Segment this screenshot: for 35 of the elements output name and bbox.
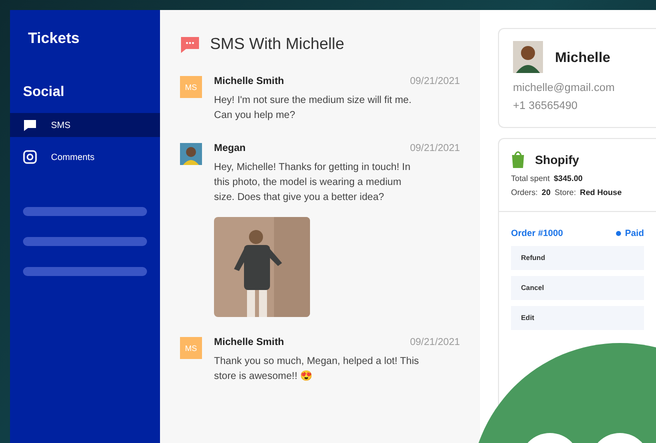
author-name: Michelle Smith [214, 76, 284, 87]
order-link[interactable]: Order #1000 [511, 228, 564, 238]
contact-name: Michelle [555, 49, 610, 65]
avatar [513, 41, 543, 73]
sidebar-title: Tickets [27, 29, 80, 47]
message-text: Hey, Michelle! Thanks for getting in touch! In this photo, the model is wearing a medium size. Does that give you a better idea? [214, 161, 412, 205]
contact-email: michelle@gmail.com [513, 81, 616, 96]
message-icon [23, 118, 37, 132]
message-icon [180, 36, 200, 54]
sidebar-item[interactable]: Comments [10, 145, 160, 169]
message-text: Thank you so much, Megan, helped a lot! This store is awesome!! 😍 [214, 355, 419, 384]
field-value: 20 [542, 188, 551, 197]
avatar [180, 143, 202, 165]
message-date: 09/21/2021 [410, 143, 460, 154]
field-value: Red House [580, 188, 622, 197]
sidebar-item[interactable]: SMS [10, 113, 160, 137]
order-status: Paid [624, 228, 644, 238]
field-value: $345.00 [554, 174, 583, 183]
author-name: Michelle Smith [214, 337, 284, 348]
message-date: 09/21/2021 [410, 337, 460, 348]
field-label: Orders: [511, 188, 538, 197]
message-date: 09/21/2021 [410, 76, 460, 87]
chat-title: SMS With Michelle [210, 36, 344, 54]
contact-phone: +1 36565490 [513, 99, 579, 114]
status-dot [616, 230, 621, 236]
shop-name: Shopify [535, 152, 579, 166]
author-name: Megan [214, 143, 246, 154]
avatar: MS [180, 76, 202, 98]
shopping-bag-icon [511, 151, 525, 168]
section-heading: Social [22, 82, 66, 101]
message-text: Hey! I'm not sure the medium size will fit me. Can you help me? [214, 94, 413, 123]
field-label: Store: [554, 188, 576, 197]
avatar: MS [180, 337, 202, 359]
field-label: Total spent [511, 174, 550, 183]
camera-icon [23, 150, 37, 164]
